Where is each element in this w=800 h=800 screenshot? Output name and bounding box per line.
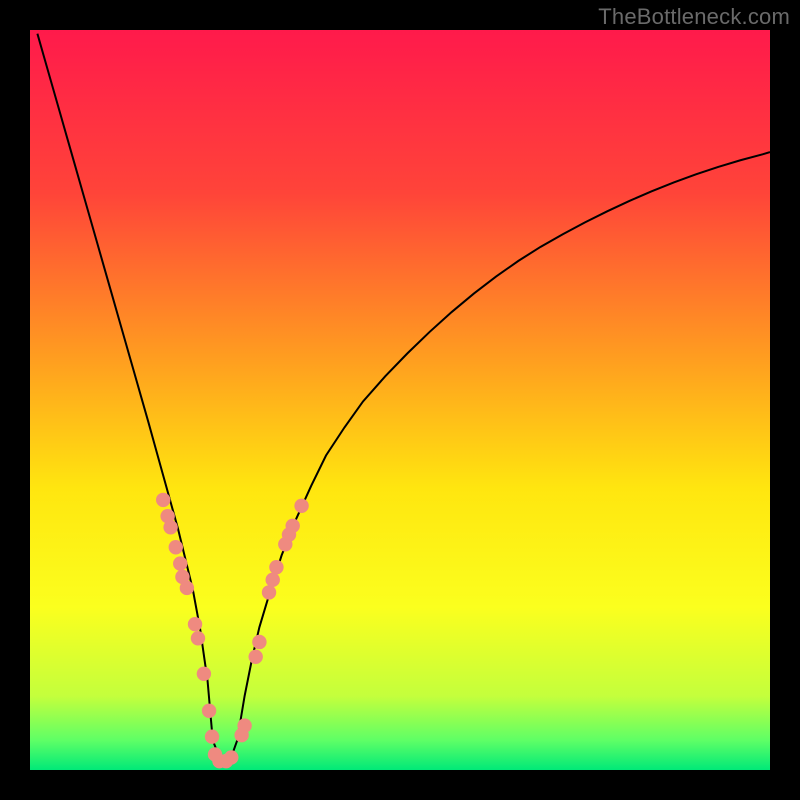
data-point xyxy=(197,667,211,681)
data-point xyxy=(188,617,202,631)
data-point xyxy=(262,585,276,599)
data-point xyxy=(156,493,170,507)
data-point xyxy=(266,573,280,587)
data-point xyxy=(205,730,219,744)
data-point xyxy=(269,560,283,574)
chart-frame: TheBottleneck.com xyxy=(0,0,800,800)
data-point xyxy=(169,540,183,554)
data-point xyxy=(294,499,308,513)
data-point xyxy=(249,650,263,664)
data-point xyxy=(180,581,194,595)
data-point xyxy=(286,519,300,533)
data-point xyxy=(163,520,177,534)
data-point xyxy=(237,718,251,732)
data-point xyxy=(202,704,216,718)
watermark-label: TheBottleneck.com xyxy=(598,4,790,30)
plot-svg xyxy=(30,30,770,770)
data-point xyxy=(173,556,187,570)
data-point xyxy=(191,631,205,645)
data-point xyxy=(252,635,266,649)
gradient-background xyxy=(30,30,770,770)
data-point xyxy=(224,750,238,764)
